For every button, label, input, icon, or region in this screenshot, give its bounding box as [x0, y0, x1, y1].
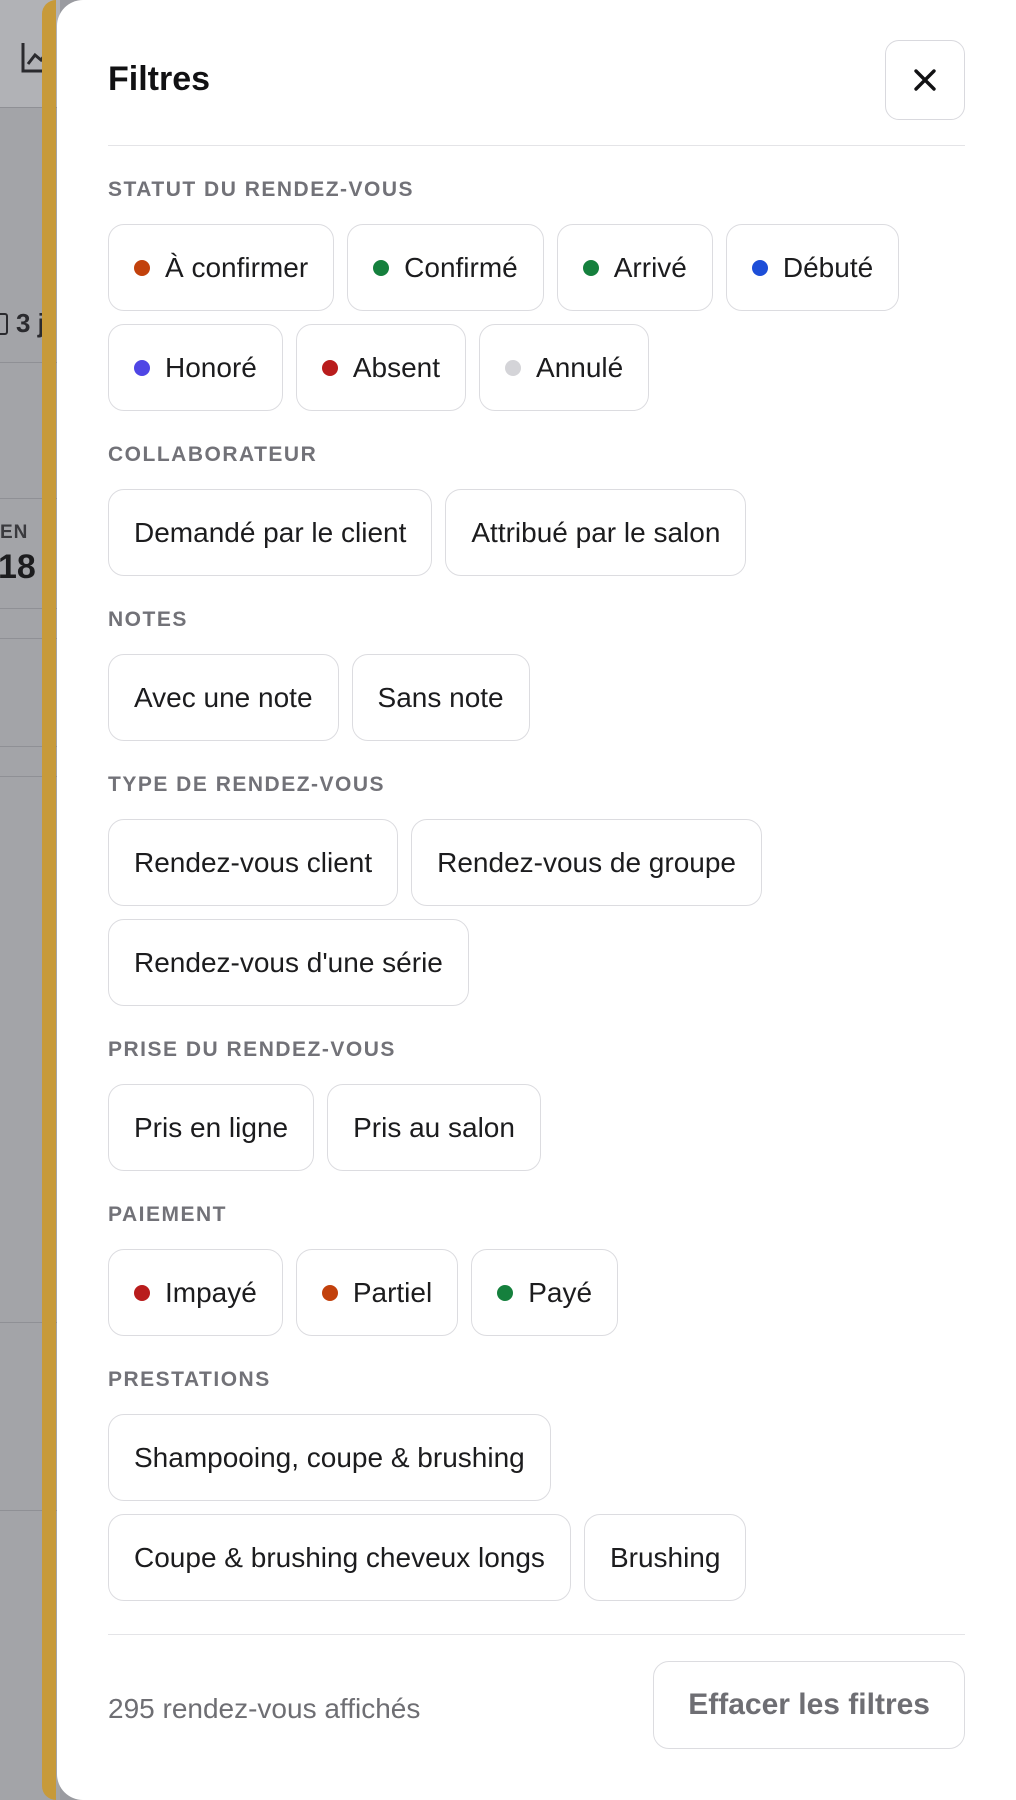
- results-count: 295 rendez-vous affichés: [108, 1693, 421, 1724]
- chip-group: Pris en ligne Pris au salon: [108, 1084, 965, 1171]
- chip-label: Avec une note: [134, 681, 313, 713]
- close-icon: [914, 69, 936, 91]
- section-title: NOTES: [108, 608, 188, 631]
- section-title: TYPE DE RENDEZ-VOUS: [108, 773, 386, 796]
- chip-label: Débuté: [782, 251, 874, 283]
- chip-group: Avec une note Sans note: [108, 654, 965, 741]
- chip-label: Partiel: [352, 1276, 433, 1308]
- panel-footer: 295 rendez-vous affichés Effacer les fil…: [108, 1634, 965, 1800]
- chip-group: Demandé par le client Attribué par le sal…: [108, 489, 965, 576]
- section-title: COLLABORATEUR: [108, 443, 318, 466]
- filter-chip[interactable]: Partiel: [295, 1249, 459, 1336]
- status-dot-icon: [134, 259, 150, 276]
- chip-label: Impayé: [165, 1276, 257, 1308]
- filter-chip[interactable]: Annulé: [479, 324, 650, 411]
- filter-chip[interactable]: Attribué par le salon: [445, 489, 747, 576]
- filters-panel: Filtres STATUT DU RENDEZ-VOUS À confirmer…: [57, 0, 1016, 1800]
- background-stat-label: EN: [0, 522, 29, 543]
- chip-label: À confirmer: [165, 251, 309, 283]
- filter-section: PRISE DU RENDEZ-VOUS Pris en ligne Pris au…: [108, 1038, 965, 1171]
- filter-chip[interactable]: Pris en ligne: [108, 1084, 315, 1171]
- status-dot-icon: [751, 259, 768, 276]
- filter-chip[interactable]: Impayé: [108, 1249, 283, 1336]
- chip-label: Absent: [352, 351, 441, 383]
- chip-group: Impayé Partiel Payé: [108, 1249, 965, 1336]
- status-dot-icon: [373, 259, 390, 276]
- chip-label: Rendez-vous client: [134, 846, 373, 878]
- filter-sections: STATUT DU RENDEZ-VOUS À confirmer Confirmé…: [108, 146, 965, 1634]
- status-dot-icon: [497, 1284, 514, 1301]
- filter-chip[interactable]: À confirmer: [108, 224, 335, 311]
- section-title: PAIEMENT: [108, 1203, 227, 1226]
- chip-label: Demandé par le client: [134, 516, 407, 548]
- filter-chip[interactable]: Demandé par le client: [108, 489, 433, 576]
- status-dot-icon: [505, 359, 522, 376]
- filter-chip[interactable]: Coupe & brushing cheveux longs: [108, 1514, 571, 1601]
- status-dot-icon: [321, 1284, 338, 1301]
- status-dot-icon: [582, 259, 599, 276]
- panel-focus-edge: [42, 0, 56, 1800]
- filter-section: TYPE DE RENDEZ-VOUS Rendez-vous client Ren…: [108, 773, 965, 1006]
- filter-section: COLLABORATEUR Demandé par le client Attrib…: [108, 443, 965, 576]
- chip-label: Annulé: [536, 351, 624, 383]
- filter-chip[interactable]: Avec une note: [108, 654, 339, 741]
- filter-chip[interactable]: Shampooing, coupe & brushing: [108, 1414, 551, 1501]
- filter-chip[interactable]: Pris au salon: [327, 1084, 541, 1171]
- filter-chip[interactable]: Sans note: [351, 654, 530, 741]
- background-stat-value: 18: [0, 548, 36, 586]
- filter-chip[interactable]: Honoré: [108, 324, 283, 411]
- filter-chip[interactable]: Brushing: [583, 1514, 747, 1601]
- filter-chip[interactable]: Absent: [295, 324, 467, 411]
- filter-chip[interactable]: Rendez-vous de groupe: [411, 819, 762, 906]
- filter-chip[interactable]: Payé: [471, 1249, 619, 1336]
- close-button[interactable]: [885, 40, 965, 120]
- filter-chip[interactable]: Rendez-vous d'une série: [108, 919, 469, 1006]
- chip-group: À confirmer Confirmé Arrivé Débuté Honoré Abs…: [108, 224, 965, 411]
- chip-group: Shampooing, coupe & brushing Coupe & brus…: [108, 1414, 965, 1601]
- filter-chip[interactable]: Confirmé: [347, 224, 544, 311]
- filter-chip[interactable]: Rendez-vous client: [108, 819, 399, 906]
- panel-title: Filtres: [108, 60, 211, 98]
- status-dot-icon: [134, 359, 150, 376]
- chip-label: Pris au salon: [353, 1111, 515, 1143]
- chip-label: Shampooing, coupe & brushing: [134, 1441, 525, 1473]
- section-title: STATUT DU RENDEZ-VOUS: [108, 178, 415, 201]
- filter-section: STATUT DU RENDEZ-VOUS À confirmer Confirmé…: [108, 178, 965, 411]
- filter-section: NOTES Avec une note Sans note: [108, 608, 965, 741]
- chip-label: Coupe & brushing cheveux longs: [134, 1541, 545, 1573]
- clear-filters-button[interactable]: Effacer les filtres: [653, 1661, 965, 1749]
- chip-label: Honoré: [165, 351, 257, 383]
- section-title: PRISE DU RENDEZ-VOUS: [108, 1038, 396, 1061]
- status-dot-icon: [134, 1284, 150, 1301]
- panel-header: Filtres: [108, 0, 965, 146]
- filter-chip[interactable]: Arrivé: [556, 224, 713, 311]
- chip-label: Payé: [528, 1276, 593, 1308]
- status-dot-icon: [321, 359, 338, 376]
- filter-section: PAIEMENT Impayé Partiel Payé: [108, 1203, 965, 1336]
- filter-section: PRESTATIONS Shampooing, coupe & brushing C…: [108, 1368, 965, 1601]
- chip-label: Rendez-vous d'une série: [134, 946, 443, 978]
- chip-label: Arrivé: [613, 251, 687, 283]
- chip-label: Sans note: [377, 681, 504, 713]
- filter-chip[interactable]: Débuté: [725, 224, 900, 311]
- background-days: 3 j: [0, 308, 45, 339]
- chip-label: Rendez-vous de groupe: [437, 846, 736, 878]
- chip-label: Brushing: [609, 1541, 721, 1573]
- chip-label: Confirmé: [404, 251, 518, 283]
- section-title: PRESTATIONS: [108, 1368, 271, 1391]
- chip-label: Pris en ligne: [134, 1111, 289, 1143]
- chip-label: Attribué par le salon: [471, 516, 721, 548]
- calendar-icon: [0, 312, 8, 335]
- chip-group: Rendez-vous client Rendez-vous de groupe R…: [108, 819, 965, 1006]
